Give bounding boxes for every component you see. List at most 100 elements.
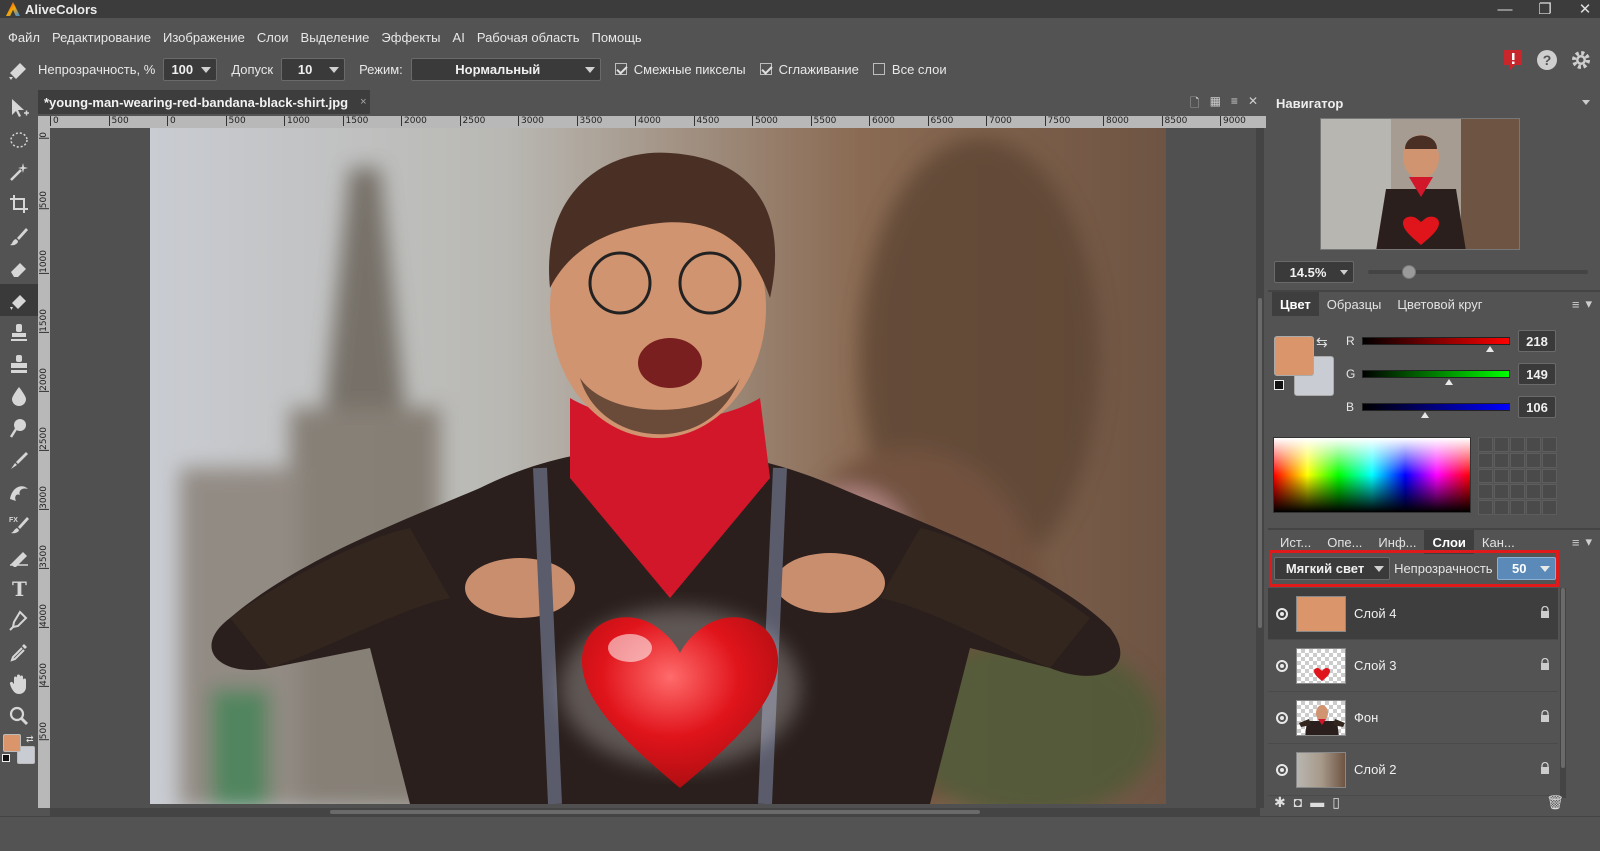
swap-colors-icon[interactable]: ⇆	[1316, 334, 1328, 351]
visibility-eye-icon[interactable]	[1276, 659, 1288, 672]
color-spectrum[interactable]	[1273, 437, 1471, 513]
blur-tool[interactable]	[0, 380, 38, 412]
wave-tool[interactable]	[0, 476, 38, 508]
menu-image[interactable]: Изображение	[157, 30, 251, 45]
chevron-down-icon[interactable]	[1582, 100, 1590, 105]
default-colors-icon[interactable]	[2, 754, 10, 762]
menu-lines-icon[interactable]: ≡	[1231, 94, 1238, 115]
checkbox-box[interactable]	[872, 63, 885, 75]
new-adjustment-layer-icon[interactable]: ✱	[1274, 794, 1286, 811]
document-tab[interactable]: *young-man-wearing-red-bandana-black-shi…	[38, 90, 370, 114]
minimize-button[interactable]: —	[1496, 0, 1514, 18]
tool-color-swatches[interactable]: ⇄	[0, 732, 38, 768]
scroll-thumb[interactable]	[1258, 298, 1262, 628]
zoom-combo[interactable]: 14.5%	[1274, 261, 1354, 283]
menu-layers[interactable]: Слои	[251, 30, 295, 45]
b-value-field[interactable]: 106	[1518, 396, 1556, 418]
layer-row[interactable]: Слой 4	[1268, 588, 1558, 640]
clone-tool[interactable]	[0, 348, 38, 380]
menu-lines-icon[interactable]: ≡	[1572, 297, 1580, 312]
checkbox-box[interactable]	[759, 63, 772, 75]
restore-button[interactable]: ❐	[1536, 0, 1554, 18]
new-group-folder-icon[interactable]: ▬	[1310, 794, 1324, 810]
alert-icon[interactable]	[1502, 49, 1524, 71]
hand-tool[interactable]	[0, 668, 38, 700]
chevron-down-icon[interactable]: ▾	[1585, 534, 1592, 550]
g-slider[interactable]	[1362, 370, 1510, 385]
chevron-down-icon[interactable]: ▾	[1585, 296, 1592, 312]
menu-select[interactable]: Выделение	[295, 30, 376, 45]
zoom-tool[interactable]	[0, 700, 38, 732]
layer-row[interactable]: Слой 2	[1268, 744, 1558, 796]
document-image[interactable]	[150, 128, 1166, 804]
panel-menu[interactable]: ≡ ▾	[1572, 534, 1592, 550]
contiguous-checkbox[interactable]: Смежные пикселы	[614, 62, 746, 77]
close-button[interactable]: ✕	[1576, 0, 1594, 18]
lock-icon[interactable]	[1540, 710, 1550, 722]
gradient-tool[interactable]	[0, 540, 38, 572]
pen-tool[interactable]	[0, 604, 38, 636]
foreground-color-swatch[interactable]	[1274, 336, 1314, 376]
tab-swatches[interactable]: Образцы	[1319, 292, 1390, 316]
menu-workspace[interactable]: Рабочая область	[471, 30, 586, 45]
menu-lines-icon[interactable]: ≡	[1572, 535, 1580, 550]
layer-opacity-combo[interactable]: 50	[1496, 557, 1556, 580]
default-colors-icon[interactable]	[1274, 380, 1284, 390]
menu-file[interactable]: Файл	[8, 30, 46, 45]
swap-colors-icon[interactable]: ⇄	[26, 734, 34, 745]
close-tab-icon[interactable]: ×	[360, 96, 366, 108]
b-slider-marker[interactable]	[1420, 412, 1429, 418]
delete-layer-trash-icon[interactable]: 🗑	[1546, 794, 1564, 811]
tolerance-combo[interactable]: 10	[281, 57, 346, 81]
panel-menu[interactable]: ≡ ▾	[1572, 296, 1592, 312]
zoom-slider[interactable]	[1368, 265, 1588, 279]
opacity-combo[interactable]: 100	[163, 57, 218, 81]
horizontal-scrollbar[interactable]	[50, 808, 1260, 816]
menu-edit[interactable]: Редактирование	[46, 30, 157, 45]
tab-color-wheel[interactable]: Цветовой круг	[1389, 292, 1490, 316]
menu-help[interactable]: Помощь	[585, 30, 647, 45]
recent-colors-grid[interactable]	[1478, 437, 1557, 515]
eyedropper-tool[interactable]	[0, 636, 38, 668]
menu-effects[interactable]: Эффекты	[375, 30, 446, 45]
vertical-scrollbar[interactable]	[1256, 128, 1264, 808]
smudge-tool[interactable]	[0, 444, 38, 476]
b-slider[interactable]	[1362, 403, 1510, 418]
zoom-slider-knob[interactable]	[1402, 265, 1416, 279]
tab-color[interactable]: Цвет	[1272, 292, 1319, 316]
lock-icon[interactable]	[1540, 606, 1550, 618]
stamp-tool[interactable]	[0, 316, 38, 348]
foreground-swatch[interactable]	[3, 734, 21, 752]
navigator-header[interactable]: Навигатор	[1268, 90, 1600, 116]
antialias-checkbox[interactable]: Сглаживание	[759, 62, 859, 77]
settings-gear-icon[interactable]	[1570, 49, 1592, 71]
layer-row[interactable]: Слой 3	[1268, 640, 1558, 692]
g-slider-marker[interactable]	[1445, 379, 1454, 385]
visibility-eye-icon[interactable]	[1276, 607, 1288, 620]
scroll-thumb[interactable]	[330, 810, 980, 814]
menu-ai[interactable]: AI	[447, 30, 471, 45]
fx-brush-tool[interactable]: FX	[0, 508, 38, 540]
dodge-tool[interactable]	[0, 412, 38, 444]
marquee-tool[interactable]	[0, 124, 38, 156]
r-value-field[interactable]: 218	[1518, 330, 1556, 352]
visibility-eye-icon[interactable]	[1276, 763, 1288, 776]
lock-icon[interactable]	[1540, 658, 1550, 670]
grid-view-icon[interactable]: ▦	[1210, 94, 1221, 115]
text-tool[interactable]: T	[0, 572, 38, 604]
mask-icon[interactable]: ◘	[1294, 794, 1302, 810]
new-layer-icon[interactable]: ▯	[1332, 794, 1340, 811]
crop-tool[interactable]	[0, 188, 38, 220]
r-slider-marker[interactable]	[1485, 346, 1494, 352]
layer-row[interactable]: Фон	[1268, 692, 1558, 744]
canvas-area[interactable]	[50, 128, 1260, 808]
mode-combo[interactable]: Нормальный	[410, 57, 601, 81]
layers-scrollbar[interactable]	[1560, 588, 1566, 798]
checkbox-box[interactable]	[614, 63, 627, 75]
brush-tool[interactable]	[0, 220, 38, 252]
move-tool[interactable]	[0, 92, 38, 124]
close-icon[interactable]: ✕	[1248, 94, 1258, 115]
navigator-preview[interactable]	[1320, 118, 1520, 250]
magic-wand-tool[interactable]	[0, 156, 38, 188]
scroll-thumb[interactable]	[1561, 588, 1565, 768]
